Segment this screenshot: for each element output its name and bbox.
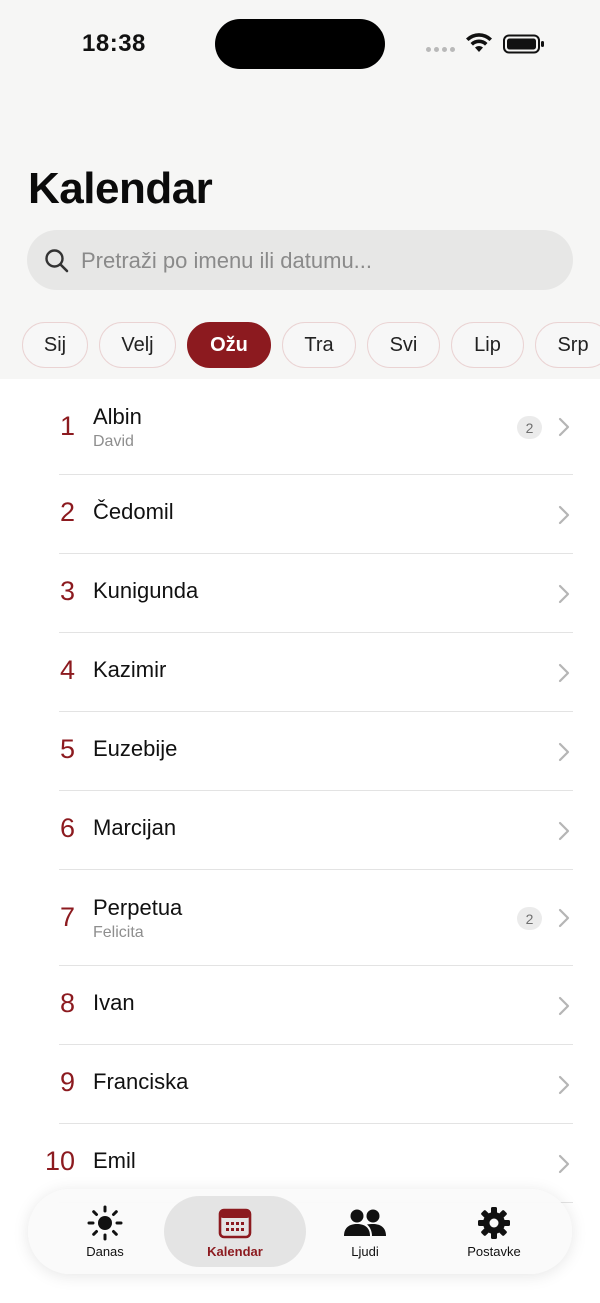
day-row[interactable]: 3 Kunigunda (0, 554, 600, 633)
name-count-badge: 2 (517, 907, 542, 930)
day-number: 5 (59, 734, 75, 764)
day-primary-name: Euzebije (93, 736, 178, 761)
chevron-right-icon (558, 742, 570, 767)
page-title: Kalendar (28, 164, 213, 213)
day-primary-name: Marcijan (93, 815, 177, 840)
tab-postavke[interactable]: Postavke (426, 1196, 562, 1267)
day-row[interactable]: 6 Marcijan (0, 791, 600, 870)
month-chip-svi[interactable]: Svi (367, 322, 440, 368)
day-primary-name: Kunigunda (93, 578, 199, 603)
tab-label: Ljudi (351, 1244, 379, 1259)
chevron-right-icon (558, 821, 570, 846)
calendar-icon (218, 1206, 252, 1240)
day-number: 2 (59, 497, 75, 527)
day-primary-name: Perpetua (93, 895, 183, 920)
tab-ljudi[interactable]: Ljudi (302, 1196, 428, 1267)
chevron-right-icon (558, 505, 570, 530)
day-number: 3 (59, 576, 75, 606)
day-row[interactable]: 8 Ivan (0, 966, 600, 1045)
day-number: 4 (59, 655, 75, 685)
status-bar: 18:38 (0, 0, 600, 90)
day-primary-name: Emil (93, 1148, 136, 1173)
name-day-list: 1 Albin David 2 2 Čedomil 3 Kunigunda 4 Kazimir 5 E… (0, 379, 600, 1203)
chevron-right-icon (558, 908, 570, 933)
day-secondary-name: Felicita (93, 924, 144, 941)
month-chip-sij[interactable]: Sij (22, 322, 88, 368)
tab-label: Kalendar (207, 1244, 263, 1259)
day-primary-name: Kazimir (93, 657, 167, 682)
chevron-right-icon (558, 584, 570, 609)
sun-icon (87, 1205, 123, 1241)
tab-bar: Danas Kalendar Ljudi Postavke (28, 1189, 572, 1274)
chevron-right-icon (558, 663, 570, 688)
wifi-icon (466, 33, 492, 52)
cellular-signal-icon (426, 47, 455, 52)
day-secondary-name: David (93, 433, 134, 450)
tab-danas[interactable]: Danas (42, 1196, 168, 1267)
chevron-right-icon (558, 417, 570, 442)
day-number: 10 (44, 1146, 75, 1176)
day-number: 1 (59, 411, 75, 441)
day-row[interactable]: 7 Perpetua Felicita 2 (0, 870, 600, 966)
day-number: 8 (59, 988, 75, 1018)
tab-label: Danas (86, 1244, 124, 1259)
month-chip-tra[interactable]: Tra (282, 322, 356, 368)
name-count-badge: 2 (517, 416, 542, 439)
search-input[interactable] (81, 246, 551, 276)
month-chip-velj[interactable]: Velj (99, 322, 176, 368)
battery-icon (503, 34, 544, 54)
chevron-right-icon (558, 1075, 570, 1100)
gear-icon (477, 1206, 511, 1240)
header-area: 18:38 Kalendar SijVeljOžuTraSviLipSrp (0, 0, 600, 379)
day-number: 6 (59, 813, 75, 843)
month-chip-ožu[interactable]: Ožu (187, 322, 271, 368)
month-selector: Sij Velj Ožu Tra Svi Lip Srp (22, 322, 600, 368)
day-row[interactable]: 9 Franciska (0, 1045, 600, 1124)
chevron-right-icon (558, 1154, 570, 1179)
dynamic-island (215, 19, 385, 69)
month-chip-lip[interactable]: Lip (451, 322, 524, 368)
day-primary-name: Ivan (93, 990, 135, 1015)
day-row[interactable]: 1 Albin David 2 (0, 379, 600, 475)
day-primary-name: Franciska (93, 1069, 189, 1094)
day-primary-name: Čedomil (93, 499, 174, 524)
day-row[interactable]: 4 Kazimir (0, 633, 600, 712)
day-row[interactable]: 5 Euzebije (0, 712, 600, 791)
day-number: 7 (59, 902, 75, 932)
chevron-right-icon (558, 996, 570, 1021)
month-chip-srp[interactable]: Srp (535, 322, 600, 368)
search-icon (45, 249, 69, 273)
people-icon (343, 1206, 387, 1240)
tab-label: Postavke (467, 1244, 521, 1259)
tab-kalendar[interactable]: Kalendar (164, 1196, 306, 1267)
day-number: 9 (59, 1067, 75, 1097)
day-primary-name: Albin (93, 404, 142, 429)
status-time: 18:38 (82, 30, 146, 57)
day-row[interactable]: 2 Čedomil (0, 475, 600, 554)
